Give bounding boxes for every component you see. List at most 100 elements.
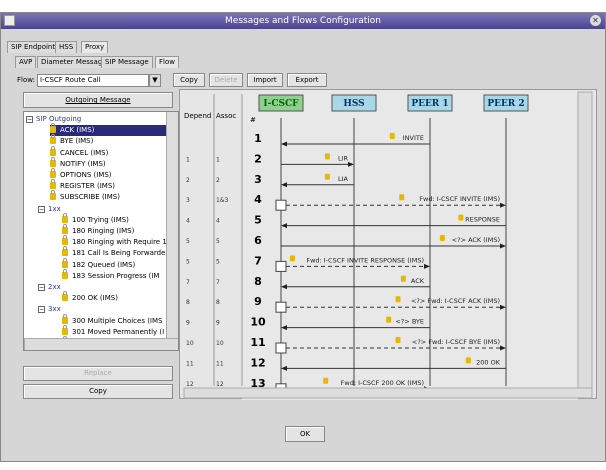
row-number: 7 [254,254,262,267]
assoc-cell: 1 [216,156,220,163]
depend-header: Depend [184,112,211,120]
forward-marker [275,301,287,313]
assoc-cell: 2 [216,177,220,184]
tree-group[interactable]: −3xx [38,304,61,315]
tree-item-label: NOTIFY (IMS) [60,159,106,168]
flow-sequence-diagram: Depend Assoc # I-CSCF HSS PEER 1 PEER 2 1 INVITE… [183,90,593,400]
message-label: 200 OK [476,358,501,366]
tree-group[interactable]: −2xx [38,282,61,293]
message-label: <?> Fwd: I-CSCF BYE (IMS) [412,338,500,346]
tree-item[interactable]: 200 OK (IMS) [62,291,118,304]
tree-item[interactable]: 181 Call Is Being Forwarde [62,246,166,259]
ok-button[interactable]: OK [285,426,325,442]
lock-icon [50,190,56,201]
tab-avp[interactable]: AVP [15,56,37,68]
assoc-cell: 9 [216,320,220,327]
tree-item[interactable]: CANCEL (IMS) [50,145,109,159]
tree-item-label: SUBSCRIBE (IMS) [60,193,120,202]
lock-icon [439,235,445,241]
lock-icon [323,377,329,384]
row-number: 8 [254,275,262,288]
tree-item[interactable]: 183 Session Progress (IM [62,268,160,282]
dialog-window: Messages and Flows Configuration ✕ SIP E… [0,12,606,462]
tree-vertical-scrollbar[interactable] [166,112,178,338]
import-button[interactable]: Import [247,73,283,87]
tab-proxy[interactable]: Proxy [81,41,109,53]
lock-icon [62,291,68,302]
tree-item[interactable]: SUBSCRIBE (IMS) [50,190,120,203]
message-label: Fwd: I-CSCF INVITE (IMS) [419,195,500,203]
lock-icon [62,257,68,268]
tree-item[interactable]: 301 Moved Permanently (I [62,324,165,338]
depend-cell: 5 [186,238,190,245]
lock-icon [324,173,330,180]
forward-marker [275,260,287,272]
message-label: Fwd: I-CSCF INVITE RESPONSE (IMS) [306,256,424,264]
tree-item-label: 181 Call Is Being Forwarde [72,249,166,258]
tree-item-label: 100 Trying (IMS) [72,215,129,224]
tree-item-label: 2xx [48,283,61,291]
row-number: 1 [254,132,262,145]
collapse-icon[interactable]: − [38,306,45,314]
tree-item[interactable]: 300 Multiple Choices (IMS [62,313,162,327]
tab-diameter-message[interactable]: Diameter Message [37,56,111,68]
tree-item[interactable]: 180 Ringing with Require 1 [62,235,167,248]
diagram-horizontal-scrollbar [183,387,593,399]
tree-item-label: 183 Session Progress (IM [72,271,160,280]
tree-group[interactable]: −1xx [38,204,61,215]
copy-message-button[interactable]: Copy [23,384,173,399]
lock-icon [50,179,56,190]
row-number: 2 [254,152,262,165]
tree-horizontal-scrollbar[interactable] [24,338,178,350]
close-icon[interactable]: ✕ [590,15,601,26]
replace-button[interactable]: Replace [23,366,173,381]
row-number: 6 [254,234,262,247]
tree-item[interactable]: NOTIFY (IMS) [50,156,106,170]
lock-icon [289,255,295,262]
assoc-cell: 7 [216,279,220,286]
tab-hss[interactable]: HSS [55,41,78,53]
assoc-cell: 1&3 [216,197,228,204]
tab-sip-message[interactable]: SIP Message [101,56,153,68]
depend-cell: 4 [186,218,190,225]
collapse-icon[interactable]: − [38,205,45,213]
tab-sip-endpoint[interactable]: SIP Endpoint [7,41,60,53]
forward-marker [275,199,287,211]
flow-select[interactable]: I-CSCF Route Call [37,74,149,87]
window-menu-icon[interactable] [4,15,15,26]
collapse-icon[interactable]: − [26,116,33,123]
diagram-vertical-scrollbar [577,91,593,389]
window-title: Messages and Flows Configuration [225,16,381,26]
lock-icon [399,194,405,201]
chevron-down-icon[interactable]: ▼ [149,74,161,87]
tree-item-label: BYE (IMS) [60,137,94,146]
tree-item[interactable]: BYE (IMS) [50,134,94,147]
depend-cell: 12 [186,381,194,388]
tree-item[interactable]: ACK (IMS) [50,123,178,137]
tab-flow[interactable]: Flow [155,56,179,68]
outgoing-message-header[interactable]: Outgoing Message [23,92,173,108]
tree-item-label: ACK (IMS) [60,126,95,135]
flow-label: Flow: [17,76,35,84]
depend-cell: 5 [186,258,190,265]
tree-item-label: 301 Moved Permanently (I [72,327,165,336]
lock-icon [50,156,56,167]
row-number: 12 [250,356,265,369]
row-number: 11 [250,336,265,349]
depend-cell: 1 [186,156,190,163]
lock-icon [465,357,471,364]
tree-item[interactable]: 100 Trying (IMS) [62,212,129,226]
lane-label: PEER 2 [487,99,524,109]
collapse-icon[interactable]: − [38,284,45,291]
tree-item[interactable]: 180 Ringing (IMS) [62,224,134,237]
tree-item-label: CANCEL (IMS) [60,148,109,157]
export-button[interactable]: Export [287,73,327,87]
tree-item-label: 200 OK (IMS) [72,294,118,303]
message-label: LIR [338,154,349,162]
tree-item[interactable]: REGISTER (IMS) [50,179,115,192]
tree-item[interactable]: 182 Queued (IMS) [62,257,135,271]
lock-icon [62,224,68,234]
delete-flow-button[interactable]: Delete [209,73,243,87]
tree-item[interactable]: OPTIONS (IMS) [50,168,112,181]
copy-flow-button[interactable]: Copy [173,73,205,87]
